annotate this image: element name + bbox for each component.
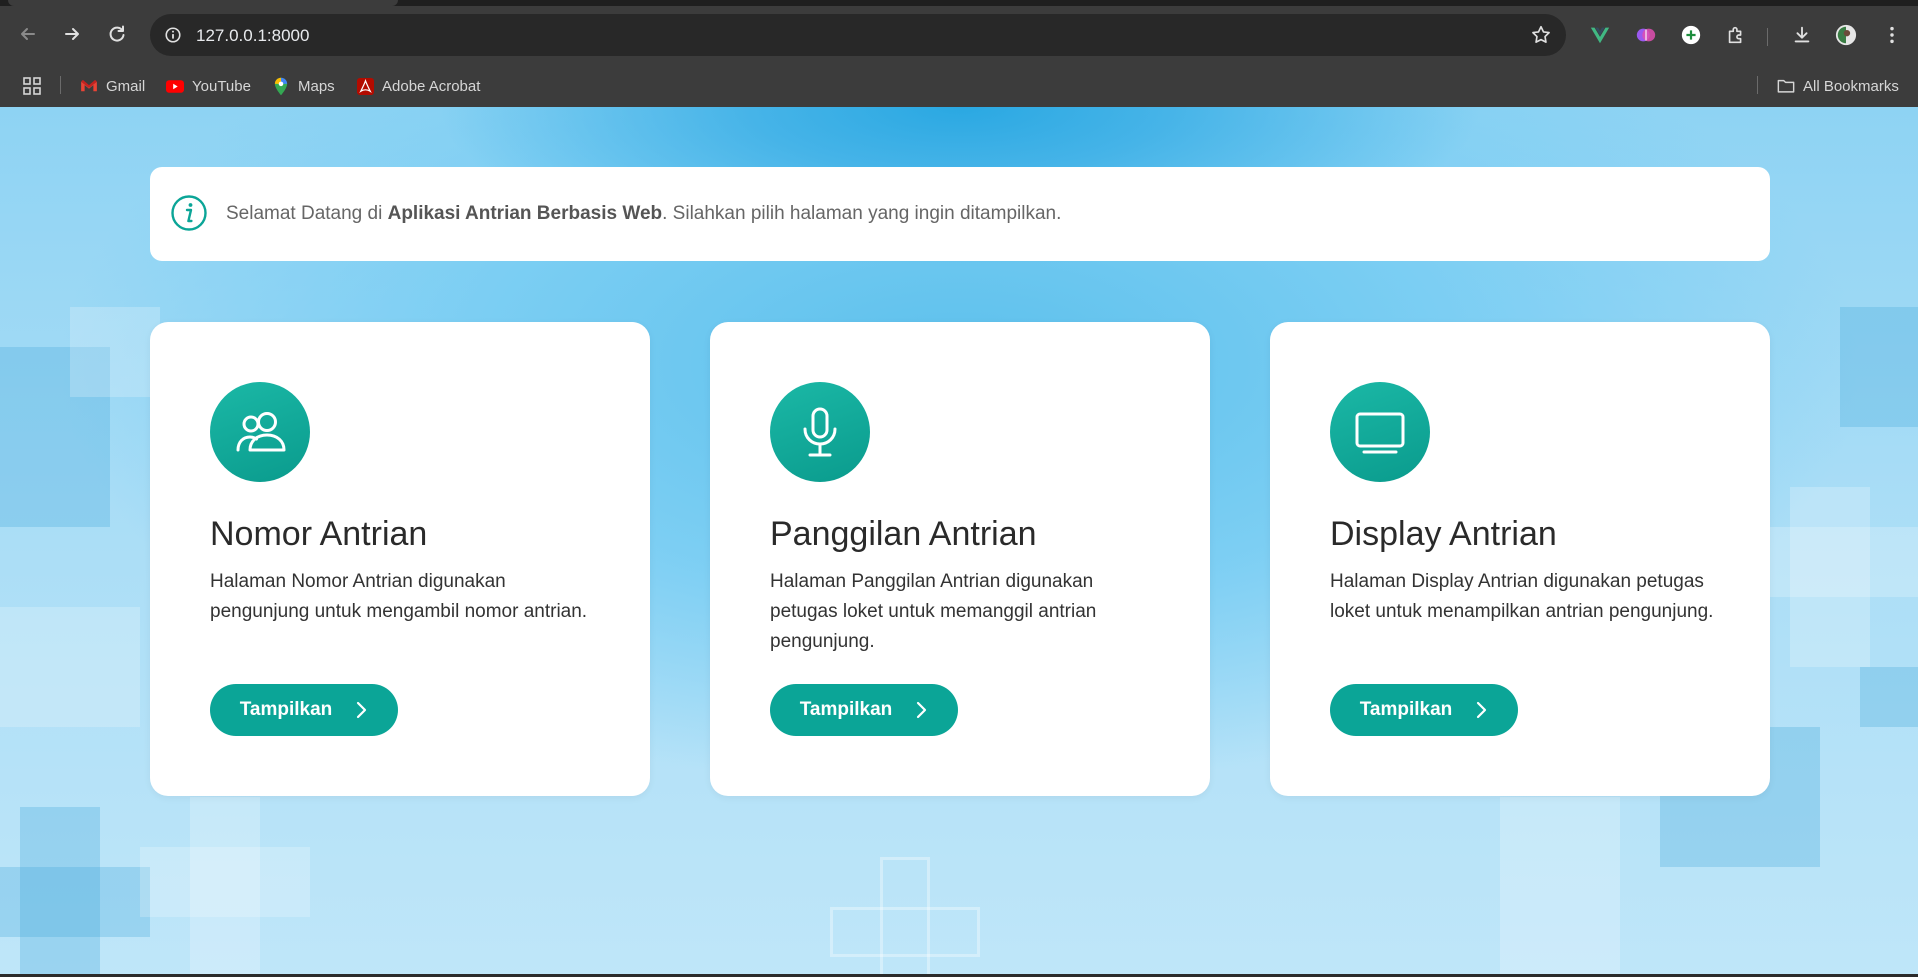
all-bookmarks-button[interactable]: All Bookmarks bbox=[1777, 75, 1899, 97]
download-icon[interactable] bbox=[1790, 23, 1814, 47]
bookmarks-divider bbox=[1757, 76, 1758, 94]
card-description: Halaman Nomor Antrian digunakan pengunju… bbox=[210, 571, 588, 622]
background-decoration bbox=[0, 607, 140, 727]
button-label: Tampilkan bbox=[1359, 699, 1453, 720]
brain-extension-icon[interactable] bbox=[1634, 23, 1658, 47]
all-bookmarks-label: All Bookmarks bbox=[1803, 77, 1899, 95]
acrobat-icon bbox=[356, 77, 374, 95]
chevron-right-icon bbox=[357, 701, 367, 719]
people-icon bbox=[210, 382, 310, 482]
background-decoration bbox=[1500, 797, 1620, 977]
display-icon bbox=[1330, 382, 1430, 482]
address-bar[interactable]: 127.0.0.1:8000 bbox=[150, 14, 1566, 56]
url-text[interactable]: 127.0.0.1:8000 bbox=[196, 26, 309, 46]
background-decoration bbox=[1860, 667, 1918, 727]
chevron-right-icon bbox=[917, 701, 927, 719]
card-display-antrian: Display Antrian Halaman Display Antrian … bbox=[1270, 322, 1770, 796]
bookmark-gmail[interactable]: Gmail bbox=[80, 75, 145, 97]
card-nomor-antrian: Nomor Antrian Halaman Nomor Antrian digu… bbox=[150, 322, 650, 796]
forward-button[interactable] bbox=[60, 22, 84, 46]
bookmark-youtube[interactable]: YouTube bbox=[166, 75, 251, 97]
welcome-banner: Selamat Datang di Aplikasi Antrian Berba… bbox=[150, 167, 1770, 261]
reload-icon bbox=[109, 25, 125, 42]
site-info-icon[interactable] bbox=[160, 22, 186, 48]
card-panggilan-antrian: Panggilan Antrian Halaman Panggilan Antr… bbox=[710, 322, 1210, 796]
card-description: Halaman Display Antrian digunakan petuga… bbox=[1330, 571, 1714, 622]
card-title: Panggilan Antrian bbox=[770, 515, 1037, 553]
bookmark-label: Adobe Acrobat bbox=[382, 77, 481, 95]
card-title: Nomor Antrian bbox=[210, 515, 428, 553]
background-decoration bbox=[140, 847, 310, 917]
info-icon bbox=[171, 195, 207, 231]
bookmark-adobe-acrobat[interactable]: Adobe Acrobat bbox=[356, 75, 480, 97]
welcome-prefix: Selamat Datang di bbox=[226, 203, 388, 224]
tampilkan-panggilan-antrian-button[interactable]: Tampilkan bbox=[770, 684, 958, 736]
button-label: Tampilkan bbox=[799, 699, 893, 720]
app-name: Aplikasi Antrian Berbasis Web bbox=[387, 203, 663, 224]
apps-grid-icon[interactable] bbox=[22, 75, 42, 97]
page-viewport: Selamat Datang di Aplikasi Antrian Berba… bbox=[0, 107, 1918, 977]
chevron-right-icon bbox=[1477, 701, 1487, 719]
folder-icon bbox=[1777, 77, 1795, 95]
card-title: Display Antrian bbox=[1330, 515, 1557, 553]
bookmark-maps[interactable]: Maps bbox=[272, 75, 335, 97]
background-decoration bbox=[1840, 307, 1918, 427]
more-menu-icon[interactable] bbox=[1880, 23, 1904, 47]
microphone-icon bbox=[770, 382, 870, 482]
tampilkan-display-antrian-button[interactable]: Tampilkan bbox=[1330, 684, 1518, 736]
bookmark-label: Gmail bbox=[106, 77, 146, 95]
tampilkan-nomor-antrian-button[interactable]: Tampilkan bbox=[210, 684, 398, 736]
profile-avatar[interactable] bbox=[1834, 23, 1858, 47]
background-decoration bbox=[830, 907, 980, 957]
youtube-icon bbox=[166, 77, 184, 95]
maps-icon bbox=[272, 77, 290, 95]
vue-devtools-icon[interactable] bbox=[1588, 23, 1612, 47]
browser-toolbar: 127.0.0.1:8000 bbox=[0, 6, 1918, 63]
bookmark-label: Maps bbox=[298, 77, 335, 95]
bookmark-star-icon[interactable] bbox=[1530, 24, 1552, 46]
welcome-message: Selamat Datang di Aplikasi Antrian Berba… bbox=[226, 203, 1061, 225]
background-decoration bbox=[1760, 527, 1918, 597]
bookmarks-bar: Gmail YouTube Maps Adobe Acrobat All Boo… bbox=[0, 63, 1918, 107]
reload-button[interactable] bbox=[105, 22, 129, 46]
background-decoration bbox=[70, 307, 160, 397]
gmail-icon bbox=[80, 77, 98, 95]
welcome-suffix: . Silahkan pilih halaman yang ingin dita… bbox=[662, 203, 1062, 224]
arrow-left-icon bbox=[21, 28, 35, 40]
card-description: Halaman Panggilan Antrian digunakan petu… bbox=[770, 571, 1097, 652]
bookmark-label: YouTube bbox=[192, 77, 251, 95]
extensions-puzzle-icon[interactable] bbox=[1724, 23, 1748, 47]
bookmarks-divider bbox=[60, 76, 61, 94]
toolbar-divider bbox=[1767, 28, 1768, 46]
back-button[interactable] bbox=[16, 22, 40, 46]
add-extension-icon[interactable] bbox=[1679, 23, 1703, 47]
background-decoration bbox=[0, 867, 150, 937]
arrow-right-icon bbox=[65, 28, 79, 40]
button-label: Tampilkan bbox=[239, 699, 333, 720]
